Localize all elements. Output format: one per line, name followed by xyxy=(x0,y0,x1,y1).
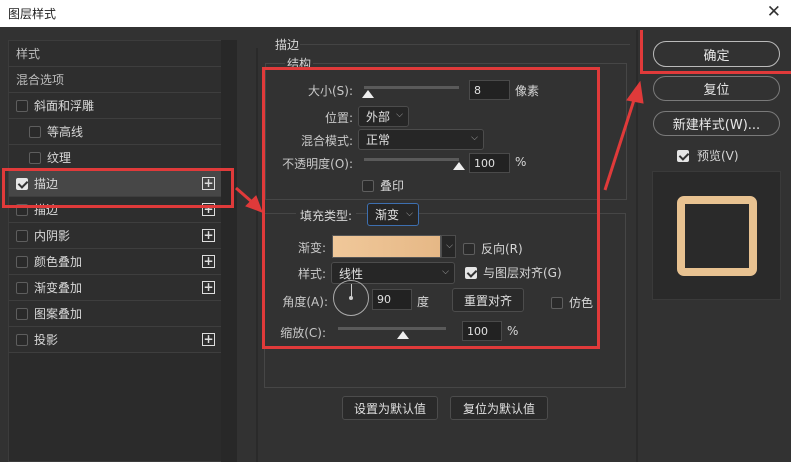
annotation-arrows xyxy=(235,80,644,213)
arrow-head xyxy=(626,80,644,104)
arrow-line xyxy=(235,186,253,204)
arrow-line xyxy=(603,99,636,191)
